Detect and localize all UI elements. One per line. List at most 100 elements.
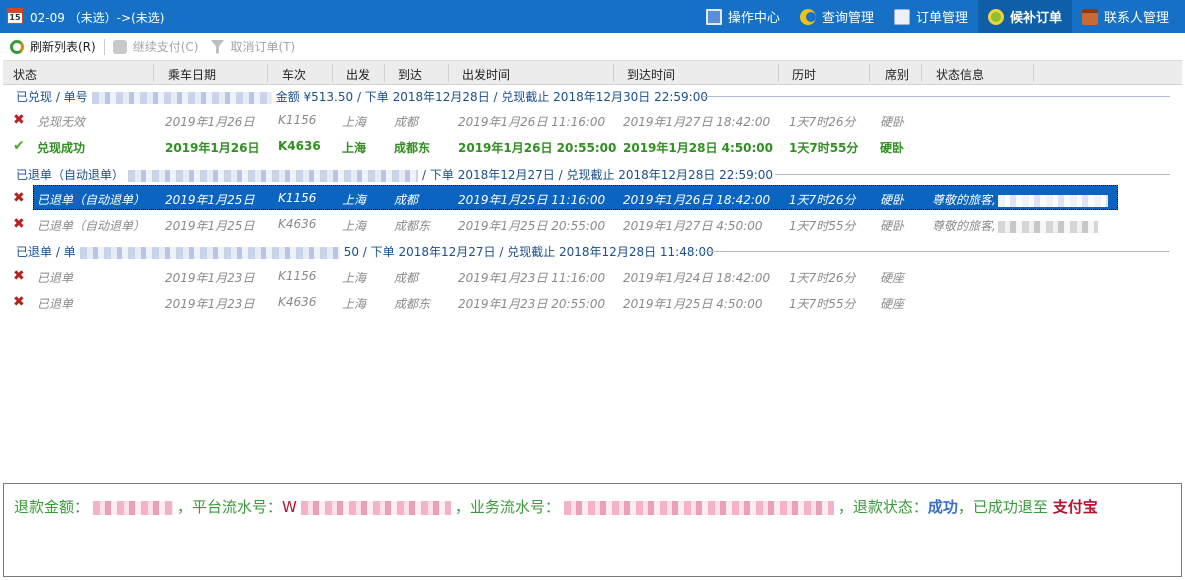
cell-from: 上海	[342, 115, 367, 129]
group-summary: / 下单 2018年12月27日 / 兑现截止 2018年12月28日 22:5…	[422, 168, 774, 182]
group-status: 已退单（自动退单）	[16, 168, 125, 182]
refund-summary: 退款金额： ，平台流水号：W ，业务流水号： ，退款状态：成功，已成功退至 支付宝	[14, 496, 1098, 517]
cell-arrive: 2019年1月27日 4:50:00	[623, 219, 763, 233]
order-list[interactable]: 已兑现 / 单号 金额 ¥513.50 / 下单 2018年12月28日 / 兑现…	[3, 85, 1182, 480]
cell-duration: 1天7时55分	[789, 141, 859, 155]
cancel-order-label: 取消订单(T)	[230, 40, 296, 54]
cell-depart: 2019年1月26日 20:55:00	[458, 141, 617, 155]
order-group-header[interactable]: 已退单（自动退单） / 下单 2018年12月27日 / 兑现截止 2018年12…	[3, 163, 1182, 185]
col-divider[interactable]	[332, 64, 333, 82]
contact-icon	[1081, 8, 1098, 25]
col-divider[interactable]	[778, 64, 779, 82]
status-info-text: 尊敬的旅客,	[932, 193, 996, 207]
redacted-info	[997, 220, 1098, 233]
window-title: 02-09 （未选）->(未选)	[30, 11, 165, 25]
refund-status-label: ，退款状态：	[837, 498, 928, 516]
redacted-business-serial	[563, 500, 834, 515]
col-to[interactable]: 到达	[398, 66, 422, 83]
cell-from: 上海	[342, 297, 367, 311]
refresh-label: 刷新列表(R)	[30, 40, 96, 54]
refresh-icon	[10, 39, 24, 54]
col-duration[interactable]: 历时	[792, 66, 816, 83]
table-row[interactable]: ✖ 已退单 2019年1月23日 K1156 上海 成都 2019年1月23日 …	[3, 263, 1182, 289]
redacted-info	[997, 194, 1108, 207]
col-seat[interactable]: 席别	[885, 66, 909, 83]
col-from[interactable]: 出发	[346, 66, 370, 83]
cell-status-info: 尊敬的旅客,	[932, 217, 1102, 234]
order-group-header[interactable]: 已退单 / 单 50 / 下单 2018年12月27日 / 兑现截止 2018年1…	[3, 240, 1182, 262]
col-arrive-time[interactable]: 到达时间	[627, 66, 675, 83]
cell-depart: 2019年1月25日 11:16:00	[458, 193, 606, 207]
toolbar: 刷新列表(R) 继续支付(C) 取消订单(T)	[0, 33, 1185, 60]
cell-seat: 硬卧	[880, 219, 905, 233]
col-divider[interactable]	[448, 64, 449, 82]
cell-duration: 1天7时26分	[789, 193, 856, 207]
col-divider[interactable]	[267, 64, 268, 82]
col-divider[interactable]	[153, 64, 154, 82]
toolbar-divider	[103, 38, 105, 55]
redacted-order-number	[79, 246, 340, 259]
col-divider[interactable]	[869, 64, 870, 82]
group-separator	[703, 251, 1170, 252]
refresh-list-button[interactable]: 刷新列表(R)	[10, 38, 96, 55]
cell-seat: 硬卧	[880, 193, 905, 207]
query-icon	[799, 8, 816, 25]
redacted-platform-serial	[300, 500, 451, 515]
cell-to: 成都东	[394, 297, 431, 311]
nav-operation-center[interactable]: 操作中心	[696, 0, 790, 33]
cell-status: 已退单	[37, 271, 74, 285]
col-depart-time[interactable]: 出发时间	[462, 66, 510, 83]
table-row[interactable]: ✖ 已退单 2019年1月23日 K4636 上海 成都东 2019年1月23日…	[3, 289, 1182, 315]
col-status-info[interactable]: 状态信息	[936, 66, 984, 83]
cancel-order-button[interactable]: 取消订单(T)	[210, 38, 295, 55]
continue-pay-button[interactable]: 继续支付(C)	[112, 38, 199, 55]
cell-train: K1156	[278, 269, 317, 283]
cell-duration: 1天7时26分	[789, 271, 856, 285]
cell-date: 2019年1月23日	[165, 297, 255, 311]
cell-arrive: 2019年1月26日 18:42:00	[623, 193, 771, 207]
cell-depart: 2019年1月23日 20:55:00	[458, 297, 606, 311]
cell-arrive: 2019年1月27日 18:42:00	[623, 115, 771, 129]
table-row[interactable]: ✔ 兑现成功 2019年1月26日 K4636 上海 成都东 2019年1月26…	[3, 133, 1182, 159]
nav-label: 查询管理	[821, 11, 874, 26]
failed-icon: ✖	[13, 268, 25, 284]
continue-pay-label: 继续支付(C)	[132, 40, 199, 54]
nav-label: 联系人管理	[1103, 11, 1169, 26]
col-divider[interactable]	[613, 64, 614, 82]
business-serial-label: ，业务流水号：	[454, 498, 560, 516]
cell-arrive: 2019年1月24日 18:42:00	[623, 271, 771, 285]
col-status[interactable]: 状态	[13, 66, 37, 83]
table-row-selected[interactable]: ✖ 已退单（自动退单） 2019年1月25日 K1156 上海 成都 2019年…	[3, 185, 1182, 211]
cell-depart: 2019年1月23日 11:16:00	[458, 271, 606, 285]
col-divider[interactable]	[384, 64, 385, 82]
col-divider[interactable]	[1033, 64, 1034, 82]
group-separator	[703, 96, 1170, 97]
cell-status: 已退单（自动退单）	[37, 219, 146, 233]
cell-train: K1156	[278, 113, 317, 127]
cell-date: 2019年1月23日	[165, 271, 255, 285]
nav-contact-management[interactable]: 联系人管理	[1072, 0, 1179, 33]
order-group-header[interactable]: 已兑现 / 单号 金额 ¥513.50 / 下单 2018年12月28日 / 兑现…	[3, 85, 1182, 107]
nav-standby-orders[interactable]: 候补订单	[977, 0, 1072, 33]
nav-order-management[interactable]: 订单管理	[884, 0, 978, 33]
cell-train: K4636	[278, 295, 317, 309]
table-row[interactable]: ✖ 兑现无效 2019年1月26日 K1156 上海 成都 2019年1月26日…	[3, 107, 1182, 133]
cell-status: 兑现成功	[37, 141, 86, 155]
table-header: 状态 乘车日期 车次 出发 到达 出发时间 到达时间 历时 席别 状态信息	[3, 60, 1182, 85]
cell-to: 成都	[394, 271, 419, 285]
cell-date: 2019年1月26日	[165, 115, 255, 129]
calendar-icon[interactable]: 15	[7, 8, 23, 24]
redacted-order-number	[128, 169, 419, 182]
cell-duration: 1天7时26分	[789, 115, 856, 129]
refund-amount-label: 退款金额：	[14, 498, 90, 516]
group-separator	[775, 174, 1170, 175]
col-divider[interactable]	[921, 64, 922, 82]
col-train[interactable]: 车次	[282, 66, 306, 83]
col-date[interactable]: 乘车日期	[168, 66, 216, 83]
nav-query-management[interactable]: 查询管理	[790, 0, 884, 33]
monitor-icon	[705, 8, 722, 25]
cell-depart: 2019年1月26日 11:16:00	[458, 115, 606, 129]
status-info-text: 尊敬的旅客,	[932, 219, 996, 233]
table-row[interactable]: ✖ 已退单（自动退单） 2019年1月25日 K4636 上海 成都东 2019…	[3, 211, 1182, 237]
failed-icon: ✖	[13, 294, 25, 310]
